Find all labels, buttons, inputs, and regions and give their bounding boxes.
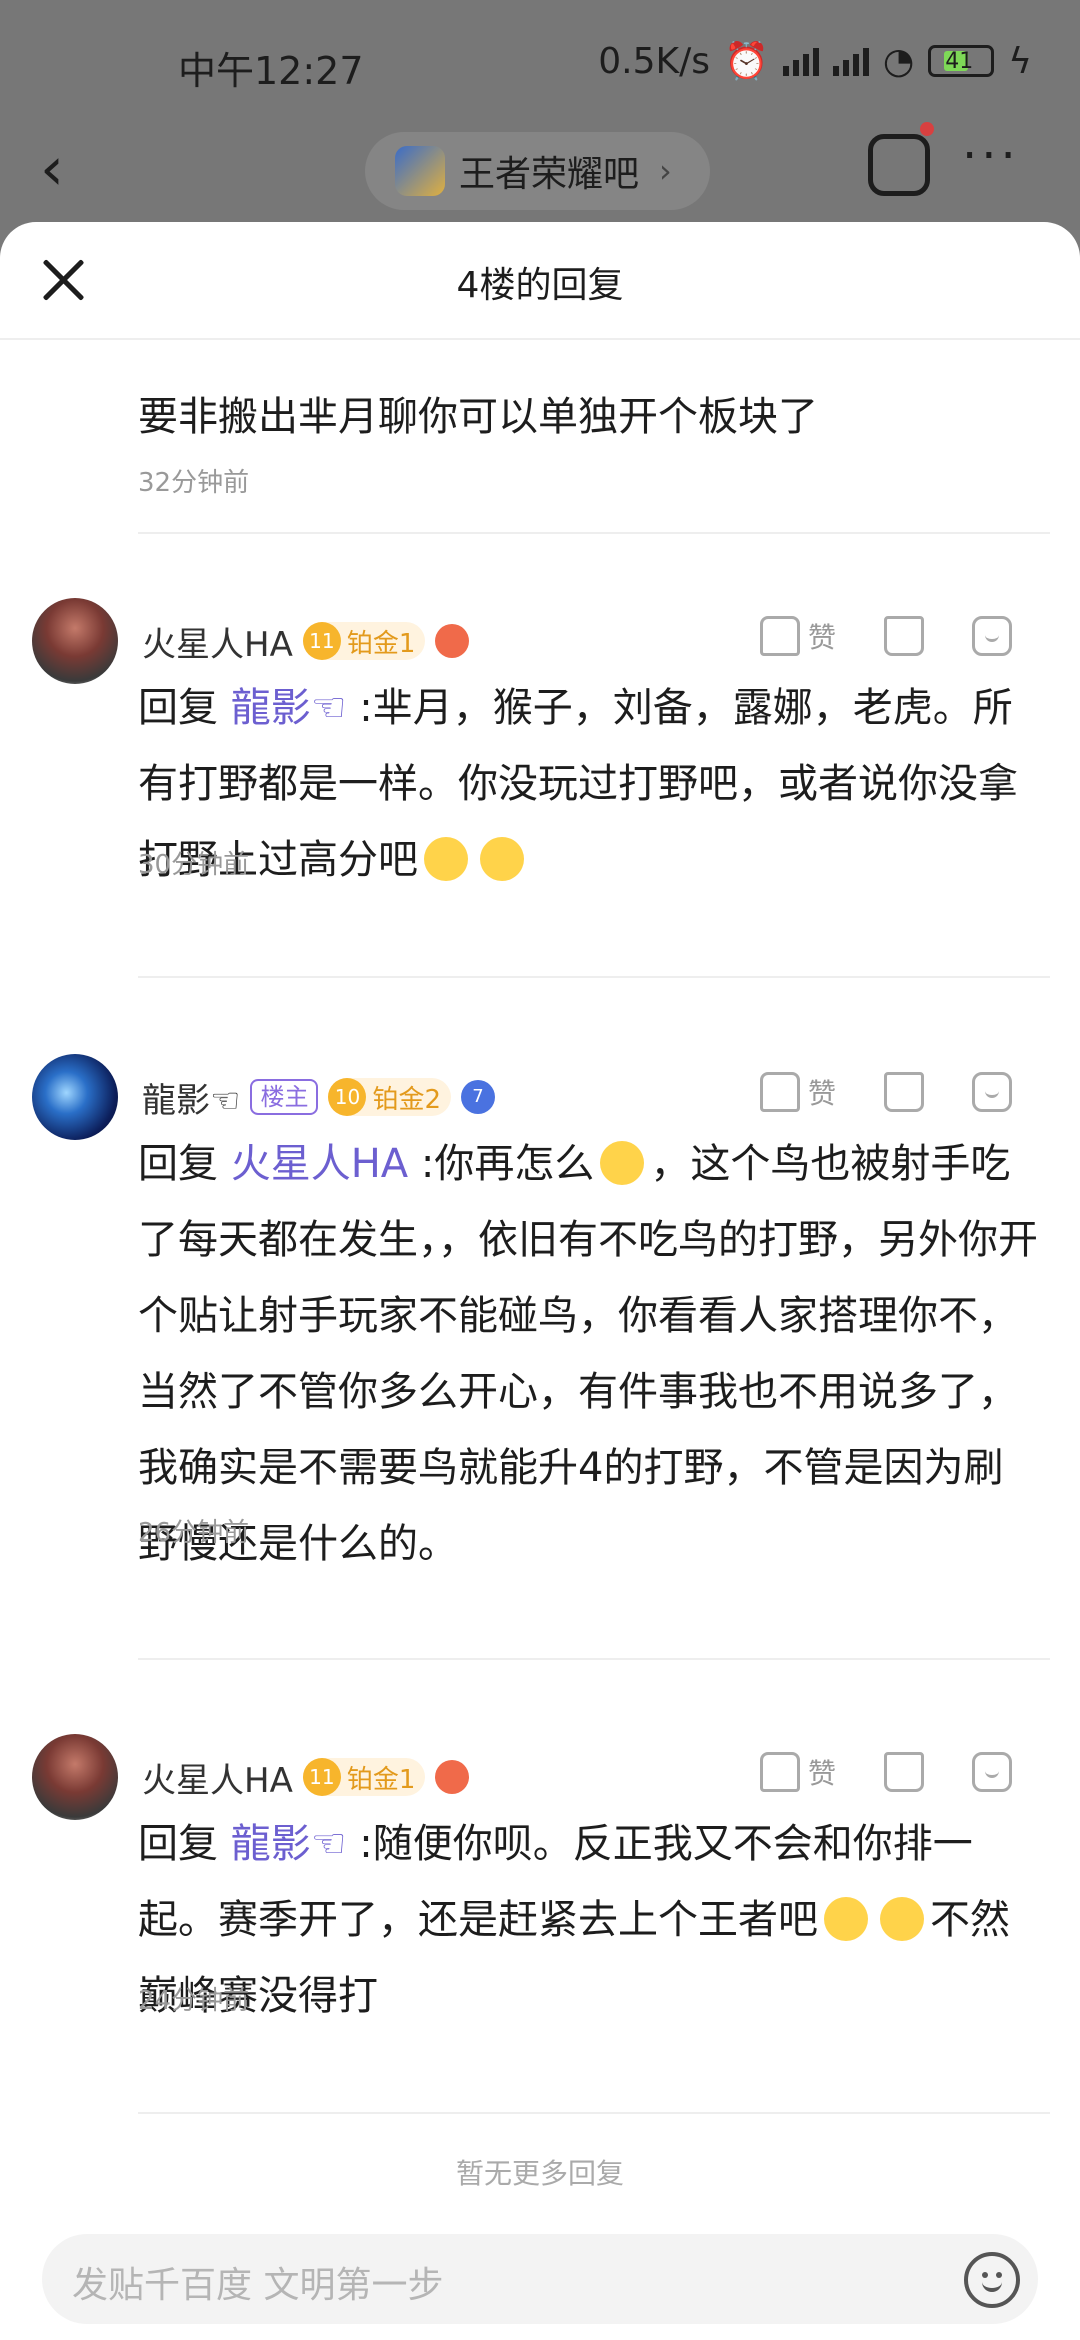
- divider: [138, 976, 1050, 978]
- forum-link[interactable]: 王者荣耀吧 ›: [365, 132, 710, 210]
- previous-reply-text: 要非搬出芈月聊你可以单独开个板块了: [138, 394, 818, 440]
- reply-time: 30分钟前: [138, 850, 250, 880]
- level-badge: 11 铂金1: [302, 1758, 426, 1796]
- like-button[interactable]: 赞: [760, 1072, 836, 1112]
- previous-reply-time: 32分钟前: [138, 468, 250, 498]
- laughing-emoji-icon: [880, 1897, 924, 1941]
- rank-icon: 7: [461, 1080, 496, 1114]
- mention-link[interactable]: 火星人HA: [231, 1141, 408, 1187]
- thumbs-up-icon: [760, 1072, 800, 1112]
- charging-icon: ϟ: [1008, 40, 1032, 82]
- reply-actions: 赞: [760, 1072, 1013, 1112]
- username[interactable]: 龍影☜: [142, 1073, 240, 1122]
- avatar[interactable]: [32, 1054, 118, 1140]
- like-button[interactable]: 赞: [760, 1752, 836, 1792]
- sheet-header: 4楼的回复: [0, 222, 1080, 340]
- wifi-icon: ◔: [882, 40, 915, 82]
- battery-icon: 41: [928, 45, 995, 77]
- thumbs-up-icon: [760, 616, 800, 656]
- thumbs-up-icon: [760, 1752, 800, 1792]
- thumbs-down-icon[interactable]: [884, 1072, 925, 1112]
- status-time: 中午12:27: [178, 49, 364, 93]
- more-button[interactable]: ···: [962, 128, 1020, 184]
- decoration-icon: [435, 1760, 470, 1794]
- username[interactable]: 火星人HA: [142, 617, 293, 666]
- chevron-right-icon: ›: [659, 152, 672, 190]
- signal-hd-icon: [832, 46, 869, 76]
- level-badge: 10 铂金2: [328, 1078, 452, 1116]
- decoration-icon: [435, 624, 470, 658]
- status-bar: 中午12:27 0.5K/s ⏰ ◔ 41 ϟ: [0, 0, 1080, 120]
- status-indicators: 0.5K/s ⏰ ◔ 41 ϟ: [598, 40, 1032, 83]
- comment-icon[interactable]: [972, 616, 1013, 656]
- reply-text: 回复 龍影☜ :芈月，猴子，刘备，露娜，老虎。所有打野都是一样。你没玩过打野吧，…: [138, 685, 1018, 883]
- laughing-emoji-icon: [824, 1897, 868, 1941]
- user-row: 火星人HA 11 铂金1: [142, 1752, 470, 1802]
- input-placeholder: 发贴千百度 文明第一步: [72, 2265, 444, 2306]
- mention-link[interactable]: 龍影☜: [231, 1821, 347, 1867]
- divider: [138, 532, 1050, 534]
- comment-icon[interactable]: [972, 1072, 1013, 1112]
- reply-time: 26分钟前: [138, 1518, 250, 1548]
- back-button[interactable]: ‹: [40, 134, 100, 204]
- user-row: 火星人HA 11 铂金1: [142, 616, 470, 666]
- nav-bar: ‹ 王者荣耀吧 › ···: [0, 120, 1080, 220]
- reply-input[interactable]: 发贴千百度 文明第一步: [42, 2234, 1038, 2324]
- reply-actions: 赞: [760, 616, 1013, 656]
- reply-time: 24分钟前: [138, 1986, 250, 2016]
- thumbs-down-icon[interactable]: [884, 616, 925, 656]
- sheet-title: 4楼的回复: [456, 265, 624, 306]
- reply-actions: 赞: [760, 1752, 1013, 1792]
- emoji-icon[interactable]: [964, 2252, 1020, 2308]
- mention-link[interactable]: 龍影☜: [231, 685, 347, 731]
- thumbs-down-icon[interactable]: [884, 1752, 925, 1792]
- edit-icon[interactable]: [868, 134, 930, 196]
- comment-icon[interactable]: [972, 1752, 1013, 1792]
- forum-name: 王者荣耀吧: [459, 154, 640, 195]
- level-badge: 11 铂金1: [302, 622, 426, 660]
- forum-logo-icon: [395, 146, 445, 196]
- user-row: 龍影☜ 楼主 10 铂金2 7: [142, 1072, 496, 1122]
- no-more-replies: 暂无更多回复: [455, 2157, 624, 2190]
- alarm-icon: ⏰: [724, 41, 769, 82]
- cover-mouth-emoji-icon: [480, 837, 524, 881]
- signal-icon: [782, 46, 819, 76]
- avatar[interactable]: [32, 598, 118, 684]
- divider: [138, 2112, 1050, 2114]
- network-speed: 0.5K/s: [598, 40, 710, 82]
- reply-text: 回复 火星人HA :你再怎么 ，这个鸟也被射手吃了每天都在发生，，依旧有不吃鸟的打…: [138, 1141, 1038, 1567]
- cover-mouth-emoji-icon: [600, 1141, 645, 1185]
- divider: [138, 1658, 1050, 1660]
- username[interactable]: 火星人HA: [142, 1753, 293, 1802]
- cover-mouth-emoji-icon: [424, 837, 468, 881]
- avatar[interactable]: [32, 1734, 118, 1820]
- owner-badge: 楼主: [250, 1079, 319, 1115]
- notification-dot: [920, 122, 934, 136]
- like-button[interactable]: 赞: [760, 616, 836, 656]
- reply-sheet: 4楼的回复 要非搬出芈月聊你可以单独开个板块了 32分钟前 火星人HA 11 铂金…: [0, 222, 1080, 2340]
- reply-text: 回复 龍影☜ :随便你呗。反正我又不会和你排一起。赛季开了，还是赶紧去上个王者吧…: [138, 1821, 1010, 2019]
